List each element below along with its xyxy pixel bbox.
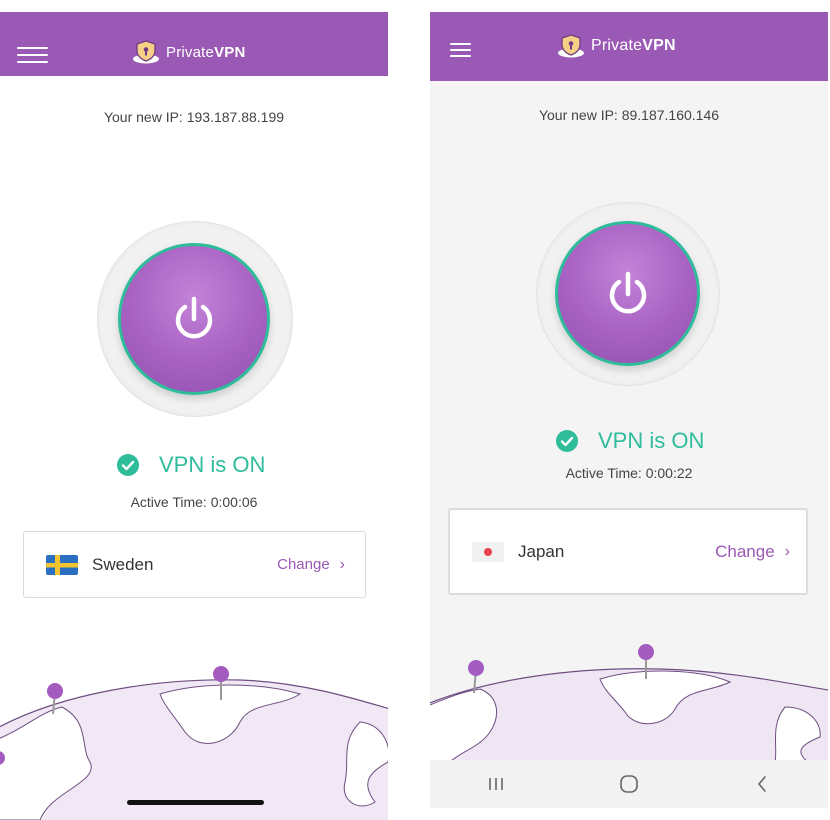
globe-illustration bbox=[0, 666, 388, 820]
top-bar: Private VPN bbox=[0, 12, 388, 76]
home-icon[interactable] bbox=[609, 769, 649, 799]
active-time: Active Time: 0:00:06 bbox=[130, 494, 258, 510]
change-label: Change bbox=[277, 556, 330, 573]
vpn-status: VPN is ON bbox=[117, 452, 265, 478]
brand-prefix: Private bbox=[591, 37, 643, 54]
power-button[interactable] bbox=[118, 243, 270, 395]
power-button[interactable] bbox=[555, 221, 700, 366]
country-name: Sweden bbox=[92, 554, 154, 574]
ip-address: Your new IP: 193.187.88.199 bbox=[103, 109, 285, 125]
brand-suffix: VPN bbox=[642, 37, 676, 54]
ip-address: Your new IP: 89.187.160.146 bbox=[538, 107, 720, 123]
brand-suffix: VPN bbox=[214, 43, 246, 61]
sweden-flag-icon bbox=[46, 554, 78, 575]
vpn-status: VPN is ON bbox=[556, 428, 704, 454]
home-indicator[interactable] bbox=[127, 800, 264, 805]
shield-logo-icon bbox=[558, 34, 584, 58]
check-circle-icon bbox=[556, 430, 578, 452]
change-button[interactable]: Change › bbox=[277, 556, 345, 574]
japan-flag-icon bbox=[472, 541, 504, 562]
menu-icon[interactable] bbox=[17, 47, 48, 68]
active-time: Active Time: 0:00:22 bbox=[565, 465, 693, 481]
change-label: Change bbox=[715, 541, 775, 561]
power-icon bbox=[609, 271, 646, 313]
top-bar: Private VPN bbox=[430, 12, 828, 81]
android-app-screen: Private VPN Your new IP: 89.187.160.146 V… bbox=[430, 12, 828, 808]
back-icon[interactable] bbox=[742, 769, 782, 799]
change-button[interactable]: Change › bbox=[715, 542, 790, 562]
country-selector[interactable]: Sweden Change › bbox=[23, 531, 366, 598]
globe-illustration bbox=[430, 644, 828, 762]
check-circle-icon bbox=[117, 454, 139, 476]
chevron-right-icon: › bbox=[339, 555, 345, 573]
ios-app-screen: Private VPN Your new IP: 193.187.88.199 V… bbox=[0, 12, 388, 820]
shield-logo-icon bbox=[133, 40, 159, 64]
power-icon bbox=[175, 296, 213, 339]
status-text: VPN is ON bbox=[598, 428, 705, 453]
country-selector[interactable]: Japan Change › bbox=[448, 508, 808, 595]
chevron-right-icon: › bbox=[784, 542, 790, 560]
android-nav-bar bbox=[430, 760, 828, 808]
status-text: VPN is ON bbox=[159, 452, 266, 477]
menu-icon[interactable] bbox=[450, 43, 471, 61]
brand-prefix: Private bbox=[166, 43, 215, 61]
recents-icon[interactable] bbox=[476, 769, 516, 799]
app-logo: Private VPN bbox=[557, 34, 676, 58]
app-logo: Private VPN bbox=[132, 40, 246, 64]
country-name: Japan bbox=[518, 541, 565, 561]
